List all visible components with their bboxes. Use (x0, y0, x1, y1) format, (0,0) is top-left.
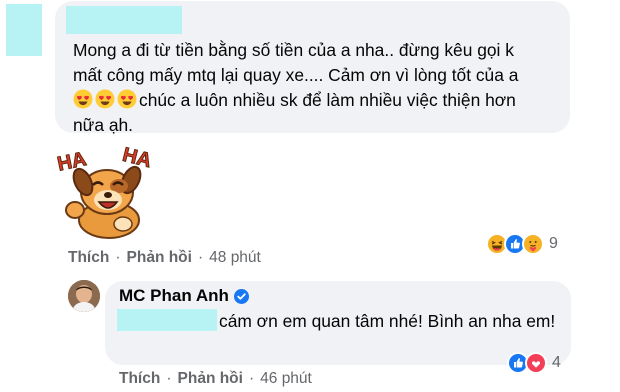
reaction-count[interactable]: 9 (549, 235, 558, 253)
comment-text: Mong a đi từ tiền bằng số tiền của a nha… (73, 38, 563, 138)
redacted-author-name[interactable] (66, 6, 182, 34)
comment-line-3: chúc a luôn nhiều sk để làm nhiều việc t… (73, 88, 563, 113)
heart-eyes-emoji-icon (73, 89, 93, 109)
reply-actions: Thích · Phản hồi · 46 phút (119, 367, 312, 391)
reaction-count[interactable]: 4 (552, 354, 561, 372)
verified-badge-icon (233, 288, 249, 304)
redacted-avatar[interactable] (6, 4, 42, 56)
like-action[interactable]: Thích (68, 249, 109, 267)
comment-reactions[interactable]: 9 (486, 233, 558, 255)
separator: · (248, 370, 255, 387)
reply-author-name[interactable]: MC Phan Anh (119, 286, 229, 306)
comment-line-1: Mong a đi từ tiền bằng số tiền của a nha… (73, 40, 514, 60)
reply-text: cám ơn em quan tâm nhé! Bình an nha em! (219, 311, 556, 331)
heart-eyes-emoji-icon (95, 89, 115, 109)
comment-line-2: mất công mấy mtq lại quay xe.... Cảm ơn … (73, 65, 519, 85)
reply-timestamp[interactable]: 46 phút (260, 370, 312, 388)
haha-dog-sticker-icon: HA HA (53, 140, 165, 240)
love-reaction-icon (525, 352, 547, 374)
reply-reactions[interactable]: 4 (507, 352, 561, 374)
comment-line-3-text: chúc a luôn nhiều sk để làm nhiều việc t… (139, 90, 516, 110)
comment-timestamp[interactable]: 48 phút (209, 249, 261, 267)
care-reaction-icon (522, 233, 544, 255)
separator: · (166, 370, 172, 387)
reply-action[interactable]: Phản hồi (178, 370, 243, 388)
comment-actions: Thích · Phản hồi · 48 phút (68, 246, 261, 270)
reply-author[interactable]: MC Phan Anh (119, 286, 249, 306)
avatar[interactable] (68, 280, 100, 312)
heart-eyes-emoji-icon (117, 89, 137, 109)
like-action[interactable]: Thích (119, 370, 160, 388)
reply-action[interactable]: Phản hồi (127, 249, 192, 267)
separator: · (115, 249, 121, 266)
comment-line-4: nữa ạh. (73, 115, 133, 135)
separator: · (197, 249, 204, 266)
